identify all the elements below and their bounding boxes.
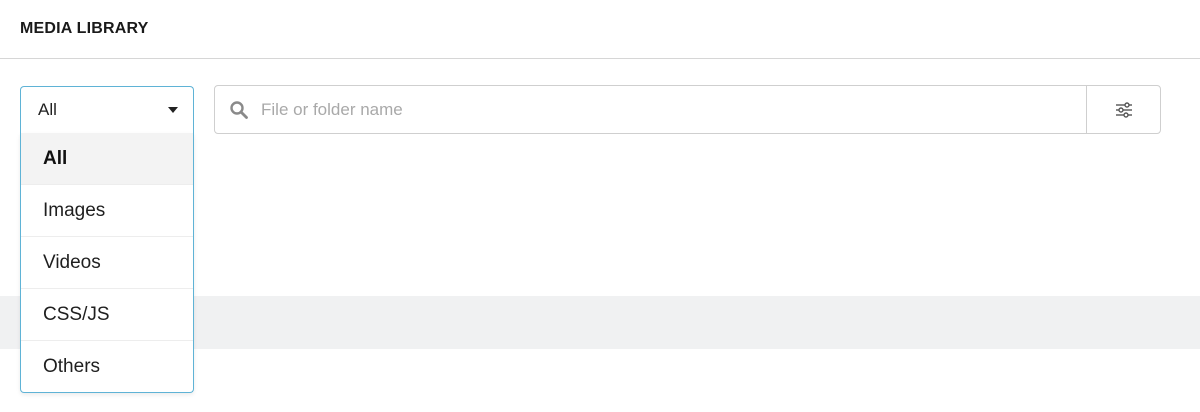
menu-option-others[interactable]: Others bbox=[21, 341, 193, 392]
media-library-page: MEDIA LIBRARY All All Images Videos CSS/… bbox=[0, 0, 1200, 412]
caret-down-icon bbox=[168, 107, 178, 113]
page-header: MEDIA LIBRARY bbox=[0, 0, 1200, 59]
search-icon bbox=[230, 101, 248, 119]
search-input[interactable] bbox=[259, 94, 1083, 126]
page-title: MEDIA LIBRARY bbox=[20, 20, 149, 37]
filter-settings-button[interactable] bbox=[1086, 86, 1160, 133]
menu-option-all[interactable]: All bbox=[21, 133, 193, 185]
sliders-icon bbox=[1116, 102, 1132, 118]
type-filter-dropdown[interactable]: All bbox=[20, 86, 194, 133]
type-filter-menu: All Images Videos CSS/JS Others bbox=[20, 133, 194, 393]
type-filter-value: All bbox=[38, 100, 57, 119]
menu-option-videos[interactable]: Videos bbox=[21, 237, 193, 289]
menu-option-images[interactable]: Images bbox=[21, 185, 193, 237]
menu-option-css-js[interactable]: CSS/JS bbox=[21, 289, 193, 341]
search-box bbox=[214, 85, 1161, 134]
